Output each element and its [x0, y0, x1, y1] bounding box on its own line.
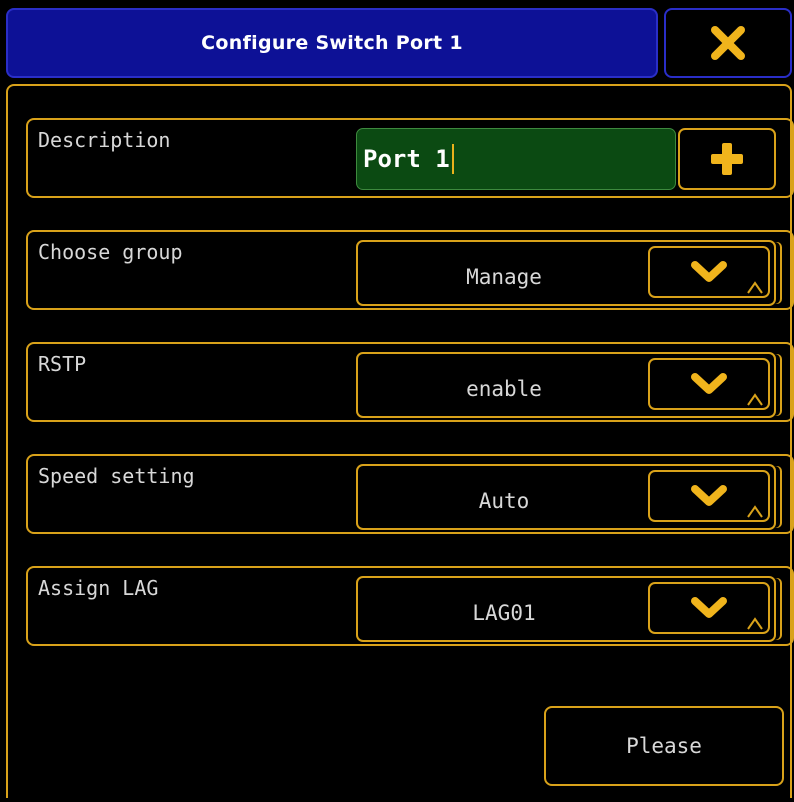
description-value: Port 1 [363, 145, 450, 173]
plus-icon [711, 143, 743, 175]
corner-indicator-icon [747, 393, 763, 406]
choose-group-row: Choose group Manage [26, 230, 794, 310]
text-cursor [451, 144, 454, 174]
speed-setting-label: Speed setting [38, 464, 195, 488]
assign-lag-dropdown-button[interactable] [648, 582, 770, 634]
rstp-dropdown-button[interactable] [648, 358, 770, 410]
assign-lag-value: LAG01 [472, 601, 536, 625]
rstp-label: RSTP [38, 352, 87, 376]
rstp-value: enable [466, 377, 542, 401]
chevron-down-icon [691, 485, 727, 506]
assign-lag-select[interactable]: LAG01 [356, 576, 776, 642]
description-label: Description [38, 128, 171, 152]
choose-group-value: Manage [466, 265, 542, 289]
rstp-row: RSTP enable [26, 342, 794, 422]
corner-indicator-icon [747, 505, 763, 518]
assign-lag-row: Assign LAG LAG01 [26, 566, 794, 646]
chevron-down-icon [691, 261, 727, 282]
speed-setting-value: Auto [478, 489, 530, 513]
speed-setting-dropdown-button[interactable] [648, 470, 770, 522]
chevron-down-icon [691, 597, 727, 618]
description-input[interactable]: Port 1 [356, 128, 676, 190]
add-button[interactable] [678, 128, 776, 190]
close-button[interactable] [664, 8, 792, 78]
choose-group-dropdown-button[interactable] [648, 246, 770, 298]
chevron-down-icon [691, 373, 727, 394]
please-button[interactable]: Please [544, 706, 784, 786]
choose-group-label: Choose group [38, 240, 183, 264]
speed-setting-select[interactable]: Auto [356, 464, 776, 530]
dialog-title-bar: Configure Switch Port 1 [6, 8, 658, 78]
description-row: Description Port 1 [26, 118, 794, 198]
close-icon [711, 26, 745, 60]
choose-group-select[interactable]: Manage [356, 240, 776, 306]
rstp-select[interactable]: enable [356, 352, 776, 418]
corner-indicator-icon [747, 617, 763, 630]
corner-indicator-icon [747, 281, 763, 294]
assign-lag-label: Assign LAG [38, 576, 159, 600]
dialog-title: Configure Switch Port 1 [201, 32, 463, 54]
speed-setting-row: Speed setting Auto [26, 454, 794, 534]
